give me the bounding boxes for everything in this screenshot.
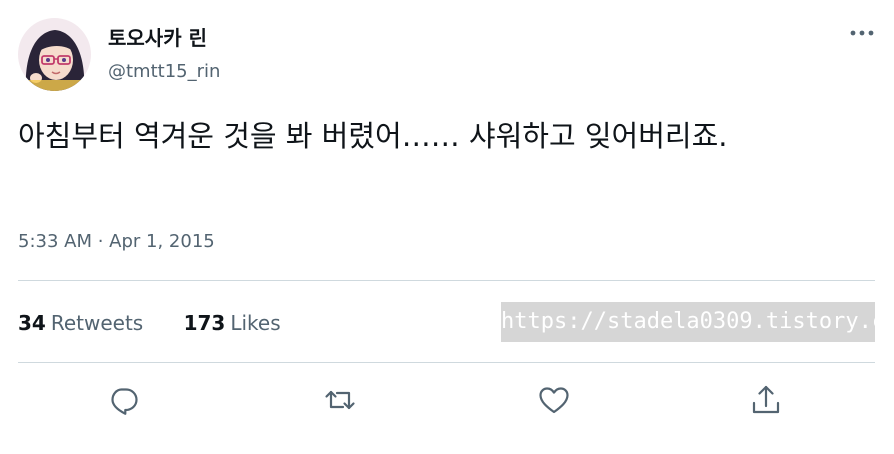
avatar-image <box>18 18 91 91</box>
tweet-text: 아침부터 역겨운 것을 봐 버렸어…… 샤워하고 잊어버리죠. <box>18 119 728 153</box>
author-handle[interactable]: @tmtt15_rin <box>108 60 220 84</box>
retweets-label: Retweets <box>50 311 144 335</box>
divider <box>18 280 875 281</box>
retweets-count: 34 <box>18 311 46 335</box>
avatar[interactable] <box>18 18 91 91</box>
likes-stat[interactable]: 173 Likes <box>184 310 281 336</box>
author-display-name[interactable]: 토오사카 린 <box>108 26 207 50</box>
engagement-stats: 34 Retweets 173 Likes <box>18 310 281 336</box>
likes-count: 173 <box>183 311 226 335</box>
watermark: https://stadela0309.tistory.com <box>501 302 875 342</box>
like-button[interactable] <box>536 382 572 418</box>
retweet-button[interactable] <box>322 382 358 418</box>
retweets-stat[interactable]: 34 Retweets <box>18 310 143 336</box>
retweet-icon <box>325 390 355 410</box>
reply-button[interactable] <box>106 382 142 418</box>
share-button[interactable] <box>748 382 784 418</box>
more-options-icon[interactable] <box>846 22 878 44</box>
share-icon <box>752 385 780 414</box>
reply-icon <box>111 388 138 415</box>
likes-label: Likes <box>230 311 281 335</box>
tweet-timestamp[interactable]: 5:33 AM · Apr 1, 2015 <box>18 230 215 254</box>
like-icon <box>539 387 569 414</box>
divider <box>18 362 875 363</box>
